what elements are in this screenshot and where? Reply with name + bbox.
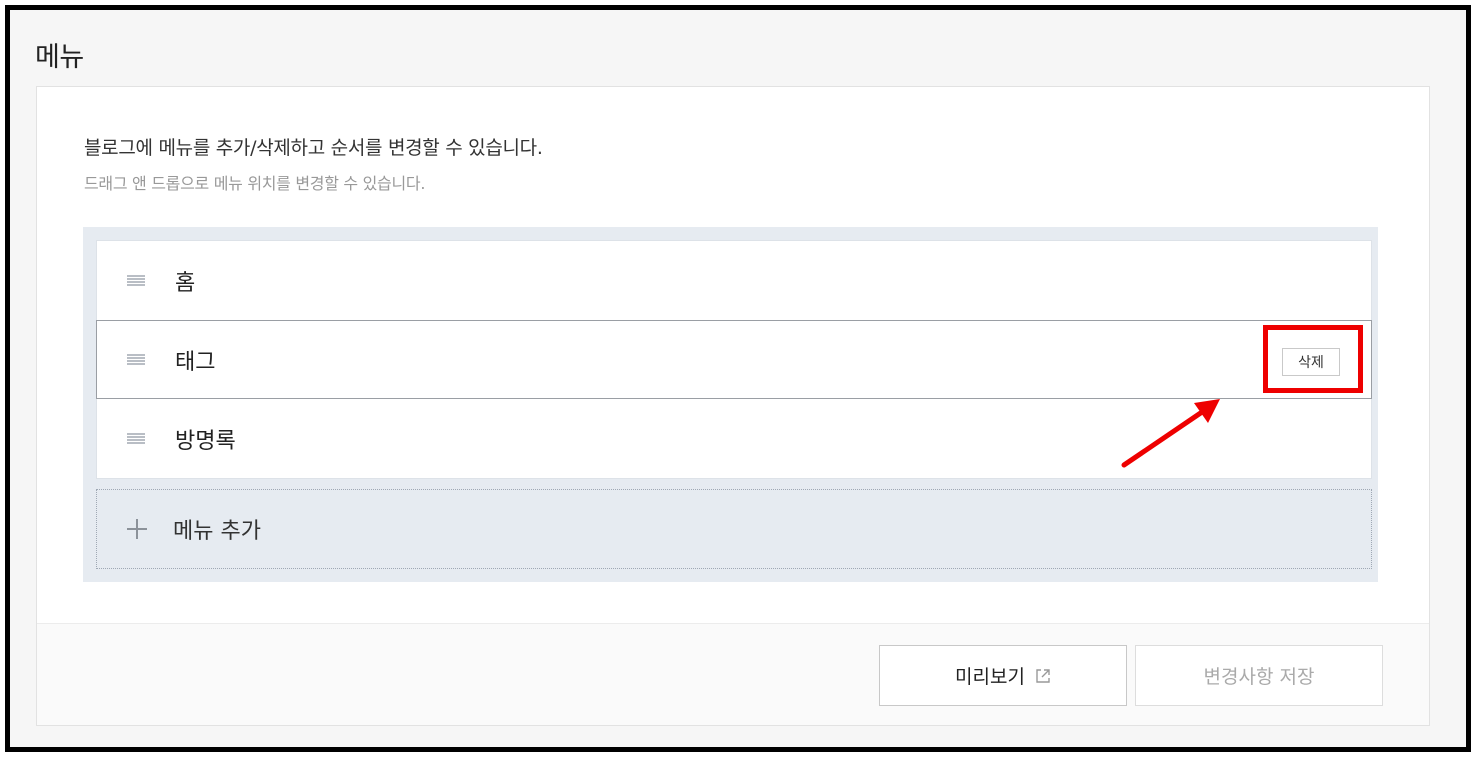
menu-item-guestbook[interactable]: 방명록: [97, 399, 1371, 478]
plus-icon: [127, 519, 147, 539]
description-primary: 블로그에 메뉴를 추가/삭제하고 순서를 변경할 수 있습니다.: [84, 137, 543, 159]
add-menu-button[interactable]: 메뉴 추가: [96, 489, 1372, 569]
external-link-icon: [1036, 668, 1050, 683]
menu-item-label: 방명록: [175, 428, 236, 454]
panel-footer: 미리보기 변경사항 저장: [37, 623, 1429, 725]
page-title: 메뉴: [35, 42, 84, 73]
menu-item-label: 태그: [175, 349, 216, 375]
menu-item-tag[interactable]: 태그 삭제: [96, 320, 1372, 399]
save-changes-button[interactable]: 변경사항 저장: [1135, 645, 1383, 706]
window-frame: 메뉴 블로그에 메뉴를 추가/삭제하고 순서를 변경할 수 있습니다. 드래그 …: [5, 5, 1471, 752]
preview-button[interactable]: 미리보기: [879, 645, 1127, 706]
menu-item-label: 홈: [175, 270, 196, 296]
menu-settings-panel: 블로그에 메뉴를 추가/삭제하고 순서를 변경할 수 있습니다. 드래그 앤 드…: [36, 86, 1430, 726]
drag-handle-icon[interactable]: [127, 432, 145, 445]
preview-label: 미리보기: [955, 666, 1025, 688]
menu-editor: 홈 태그 삭제 방명록 메뉴 추가: [83, 227, 1378, 582]
menu-item-home[interactable]: 홈: [97, 241, 1371, 320]
drag-handle-icon[interactable]: [127, 353, 145, 366]
delete-button[interactable]: 삭제: [1282, 348, 1340, 376]
description-secondary: 드래그 앤 드롭으로 메뉴 위치를 변경할 수 있습니다.: [84, 174, 426, 193]
add-menu-label: 메뉴 추가: [173, 519, 261, 544]
menu-list: 홈 태그 삭제 방명록: [96, 240, 1372, 479]
drag-handle-icon[interactable]: [127, 274, 145, 287]
